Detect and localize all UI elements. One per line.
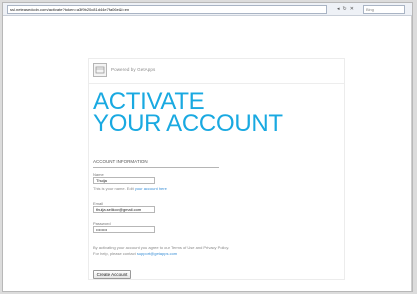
card-header: Powered by GetApps [89, 59, 344, 84]
section-divider [93, 167, 219, 168]
browser-search-input[interactable]: Bing [363, 5, 405, 14]
browser-toolbar: ssl.neteasedcdn.com/activate?token=a3f9b… [3, 3, 412, 16]
refresh-icon[interactable]: ↻ [343, 5, 347, 14]
page-title: ACTIVATE YOUR ACCOUNT [93, 90, 283, 137]
support-link[interactable]: support@getapps.com [137, 251, 177, 256]
stop-icon[interactable]: ✕ [350, 5, 354, 14]
back-icon[interactable]: ◂ [337, 5, 340, 14]
create-account-button[interactable]: Create Account [93, 270, 131, 279]
app-logo-icon [93, 63, 107, 77]
activation-card: Powered by GetApps ACTIVATE YOUR ACCOUNT… [88, 58, 345, 280]
name-field[interactable]: Thuija [93, 177, 155, 184]
name-hint-text: This is your name. Edit [93, 186, 134, 191]
section-label: ACCOUNT INFORMATION [93, 159, 148, 164]
browser-window: ssl.neteasedcdn.com/activate?token=a3f9b… [2, 2, 413, 292]
scrollbar[interactable] [411, 16, 412, 291]
name-hint: This is your name. Edit your account her… [93, 186, 167, 191]
powered-by-text: Powered by GetApps [111, 67, 156, 72]
password-field[interactable]: •••••••• [93, 226, 155, 233]
address-bar[interactable]: ssl.neteasedcdn.com/activate?token=a3f9b… [7, 5, 327, 14]
nav-controls: ◂ ↻ ✕ [337, 5, 354, 14]
email-field[interactable]: thuija.selikov@gmail.com [93, 206, 155, 213]
account-link[interactable]: your account here [135, 186, 167, 191]
help-text: For help, please contact [93, 250, 136, 256]
terms-notice: By activating your account you agree to … [93, 245, 243, 256]
headline-line-2: YOUR ACCOUNT [93, 110, 283, 137]
